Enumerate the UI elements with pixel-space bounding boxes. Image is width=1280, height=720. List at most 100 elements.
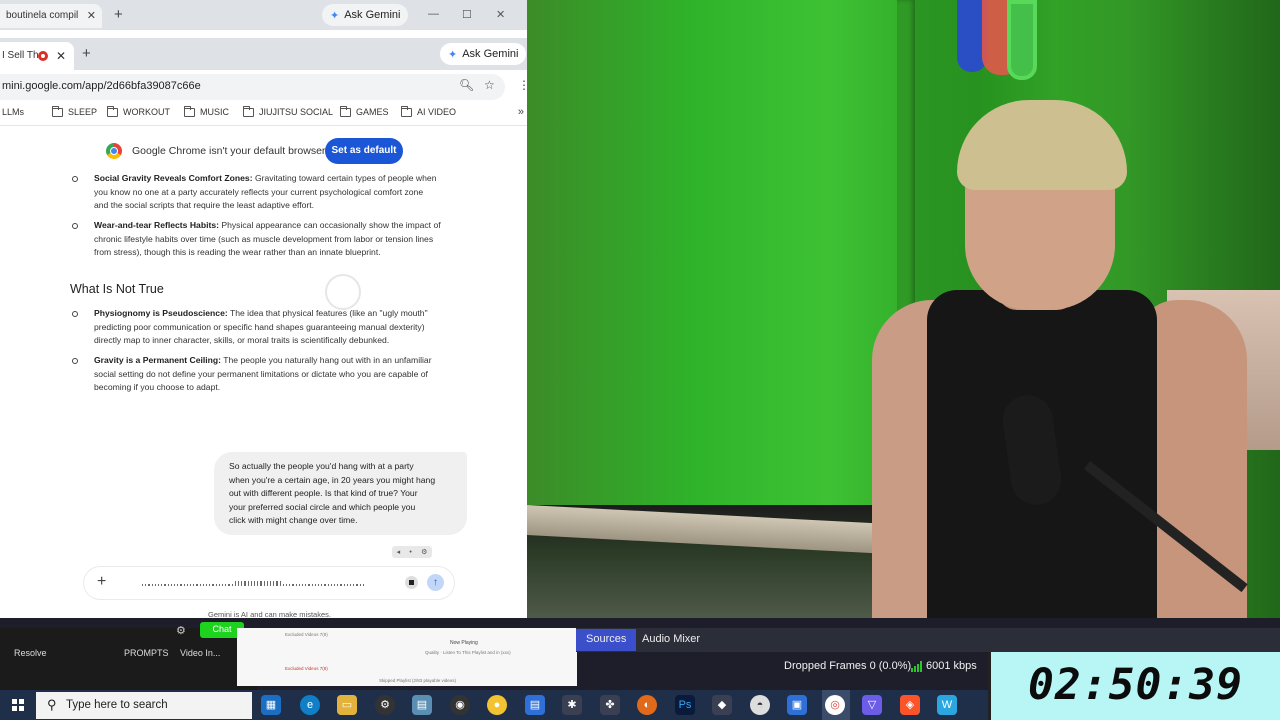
bookmark-sleep[interactable]: SLEEP bbox=[52, 105, 97, 117]
url-text: mini.google.com/app/2d66bfa39087c66e bbox=[2, 80, 201, 92]
waveform-bar bbox=[193, 584, 195, 586]
waveform-bar bbox=[346, 584, 348, 586]
windows-start-icon[interactable] bbox=[12, 699, 24, 711]
edge-icon[interactable]: e bbox=[300, 695, 320, 715]
file-explorer-icon[interactable]: ▭ bbox=[337, 695, 357, 715]
waveform-bar bbox=[276, 581, 278, 586]
obs-icon[interactable]: ◉ bbox=[450, 695, 470, 715]
point-text: directly map to inner character, skills,… bbox=[94, 335, 390, 345]
waveform-bar bbox=[199, 584, 201, 586]
document-thumbnail: Excluded Videos 7(8) Excluded Videos 7(8… bbox=[237, 628, 577, 686]
ask-gemini-button[interactable]: ✦ Ask Gemini bbox=[322, 4, 409, 26]
waveform-bar bbox=[254, 581, 256, 586]
waveform-bar bbox=[247, 581, 249, 586]
user-message-bubble: So actually the people you'd hang with a… bbox=[214, 452, 467, 535]
bookmark-games[interactable]: GAMES bbox=[340, 105, 389, 117]
notepad-icon[interactable]: ▤ bbox=[412, 695, 432, 715]
bookmark-ai-video[interactable]: AI VIDEO bbox=[401, 105, 457, 117]
thumb-text: Now Playing bbox=[450, 640, 478, 646]
tab-active[interactable]: I Sell Th ✕ bbox=[0, 42, 74, 70]
dot-icon[interactable]: • bbox=[409, 549, 411, 556]
dock-label[interactable]: Video In... bbox=[180, 648, 220, 658]
chrome-icon[interactable]: ◎ bbox=[825, 695, 845, 715]
tab-sources[interactable]: Sources bbox=[576, 629, 637, 651]
bookmark-workout[interactable]: WORKOUT bbox=[107, 105, 170, 117]
waveform-bar bbox=[350, 584, 352, 586]
close-window-icon[interactable]: ✕ bbox=[496, 8, 505, 21]
waveform-bar bbox=[311, 584, 313, 586]
waveform-bar bbox=[250, 581, 252, 586]
waveform-bar bbox=[164, 584, 166, 586]
address-bar: mini.google.com/app/2d66bfa39087c66e 🔍︎ … bbox=[0, 70, 527, 102]
minimize-icon[interactable]: — bbox=[428, 8, 439, 20]
bookmark-label: AI VIDEO bbox=[417, 107, 457, 117]
new-tab-icon[interactable]: + bbox=[82, 45, 91, 62]
webcam-feed bbox=[527, 0, 1280, 618]
bitrate: 6001 kbps bbox=[926, 660, 977, 672]
close-icon[interactable]: ✕ bbox=[87, 9, 96, 22]
app-icon[interactable]: W bbox=[937, 695, 957, 715]
zoom-search-icon[interactable]: 🔍︎ bbox=[459, 78, 474, 92]
waveform-bar bbox=[196, 584, 198, 586]
chevron-right-icon[interactable]: » bbox=[518, 106, 524, 118]
app-icon[interactable]: ✱ bbox=[562, 695, 582, 715]
background-tab[interactable]: boutinela compil ✕ bbox=[0, 4, 102, 28]
list-item: Gravity is a Permanent Ceiling: The peop… bbox=[94, 354, 474, 395]
waveform-bar bbox=[215, 584, 217, 586]
document-icon[interactable]: ▤ bbox=[525, 695, 545, 715]
taskbar-search-input[interactable]: ⚲ Type here to search bbox=[36, 692, 252, 719]
app-icon[interactable]: ◓ bbox=[750, 695, 770, 715]
calculator-icon[interactable]: ▦ bbox=[261, 695, 281, 715]
bookmark-llms[interactable]: LLMs bbox=[2, 107, 24, 117]
point-text: becoming if you choose to adapt. bbox=[94, 382, 221, 392]
url-field[interactable]: mini.google.com/app/2d66bfa39087c66e bbox=[0, 74, 505, 100]
dock-label[interactable]: PROMPTS bbox=[124, 648, 169, 658]
message-line: your preferred social circle and which p… bbox=[229, 501, 416, 512]
tab-audio-mixer[interactable]: Audio Mixer bbox=[632, 629, 710, 651]
waveform-bar bbox=[302, 584, 304, 586]
maximize-icon[interactable]: ☐ bbox=[462, 8, 472, 21]
add-icon[interactable]: + bbox=[97, 573, 106, 591]
bookmark-star-icon[interactable]: ☆ bbox=[484, 78, 495, 92]
ask-gemini-button[interactable]: ✦ Ask Gemini bbox=[440, 43, 527, 65]
gear-icon[interactable]: ⚙ bbox=[176, 624, 186, 637]
bullet-icon bbox=[72, 176, 78, 182]
set-as-default-button[interactable]: Set as default bbox=[325, 138, 403, 164]
waveform-bar bbox=[174, 584, 176, 586]
bulb-icon[interactable]: ● bbox=[487, 695, 507, 715]
bookmark-jiujitsu-social[interactable]: JIUJITSU SOCIAL bbox=[243, 105, 333, 117]
chrome-window: boutinela compil ✕ + ✦ Ask Gemini — ☐ ✕ … bbox=[0, 0, 527, 628]
close-tab-icon[interactable]: ✕ bbox=[56, 49, 66, 63]
waveform-bar bbox=[180, 584, 182, 586]
brave-icon[interactable]: ◈ bbox=[900, 695, 920, 715]
new-tab-icon[interactable]: + bbox=[114, 6, 123, 23]
waveform-bar bbox=[279, 581, 281, 586]
photoshop-icon[interactable]: Ps bbox=[675, 695, 695, 715]
speaker-icon[interactable]: ◂ bbox=[397, 548, 401, 556]
app-icon[interactable]: ◆ bbox=[712, 695, 732, 715]
window-icon[interactable]: ▣ bbox=[787, 695, 807, 715]
waveform-bar bbox=[234, 581, 236, 586]
settings-icon[interactable]: ⚙ bbox=[421, 548, 427, 556]
folder-icon bbox=[243, 105, 254, 117]
waveform-bar bbox=[151, 584, 153, 586]
waveform-bar bbox=[177, 584, 179, 586]
thumb-text: Skipped Playlist (2/83 playable videos) bbox=[379, 678, 457, 683]
waveform-bar bbox=[148, 584, 150, 586]
waveform-bar bbox=[263, 581, 265, 586]
waveform-bar bbox=[282, 584, 284, 586]
stop-recording-button[interactable] bbox=[405, 576, 418, 589]
davinci-icon[interactable]: ✤ bbox=[600, 695, 620, 715]
bookmark-music[interactable]: MUSIC bbox=[184, 105, 229, 117]
extensions-icon[interactable]: ⋮ bbox=[518, 78, 527, 92]
dock-label[interactable]: Resolve bbox=[14, 648, 47, 658]
gear-app-icon[interactable]: ⚙ bbox=[375, 695, 395, 715]
resistance-band bbox=[1007, 0, 1037, 80]
send-button[interactable]: ↑ bbox=[427, 574, 444, 591]
waveform-bar bbox=[337, 584, 339, 586]
waveform-bar bbox=[270, 581, 272, 586]
firefox-icon[interactable]: ◐ bbox=[637, 695, 657, 715]
point-text: social setting do not define your perman… bbox=[94, 368, 428, 379]
waveform-bar bbox=[289, 584, 291, 586]
vpn-icon[interactable]: ▽ bbox=[862, 695, 882, 715]
